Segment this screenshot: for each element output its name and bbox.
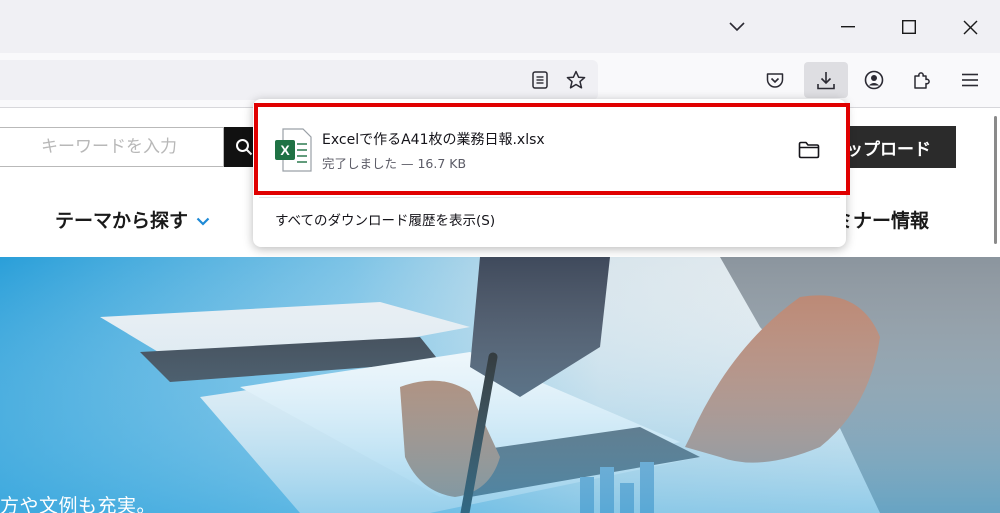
account-icon	[864, 70, 884, 90]
menu-icon	[962, 73, 978, 87]
chevron-down-icon	[729, 22, 745, 32]
app-menu-button[interactable]	[950, 62, 990, 98]
chevron-down-icon	[196, 217, 210, 226]
reader-view-icon	[532, 71, 548, 89]
hero-caption: 方や文例も充実。	[0, 495, 157, 513]
show-all-downloads-link[interactable]: すべてのダウンロード履歴を表示(S)	[275, 209, 495, 229]
close-icon	[963, 20, 977, 34]
minimize-icon	[841, 26, 855, 28]
list-all-tabs-button[interactable]	[714, 8, 760, 46]
pocket-icon	[766, 72, 784, 88]
bookmark-star-icon	[566, 70, 586, 89]
pocket-button[interactable]	[755, 62, 795, 98]
page-scrollbar[interactable]	[994, 116, 997, 244]
hero-image: 方や文例も充実。	[0, 257, 1000, 513]
search-input[interactable]	[0, 127, 224, 167]
minimize-button[interactable]	[825, 8, 871, 46]
nav-seminar-info[interactable]: ミナー情報	[834, 206, 929, 233]
highlight-box	[254, 103, 850, 195]
reader-view-button[interactable]	[520, 62, 560, 98]
download-icon	[817, 71, 835, 89]
nav-theme-label: テーマから探す	[55, 210, 189, 232]
hero-photo	[0, 257, 1000, 513]
downloads-button[interactable]	[804, 62, 848, 98]
maximize-icon	[902, 20, 916, 34]
search-icon	[236, 139, 253, 156]
extensions-button[interactable]	[902, 62, 942, 98]
account-button[interactable]	[854, 62, 894, 98]
url-bar[interactable]	[0, 60, 598, 100]
maximize-button[interactable]	[886, 8, 932, 46]
extensions-icon	[914, 72, 930, 89]
title-bar	[0, 0, 1000, 53]
panel-divider	[259, 197, 840, 198]
bookmark-button[interactable]	[556, 62, 596, 98]
nav-theme-search[interactable]: テーマから探す	[55, 206, 210, 233]
close-window-button[interactable]	[947, 8, 993, 46]
